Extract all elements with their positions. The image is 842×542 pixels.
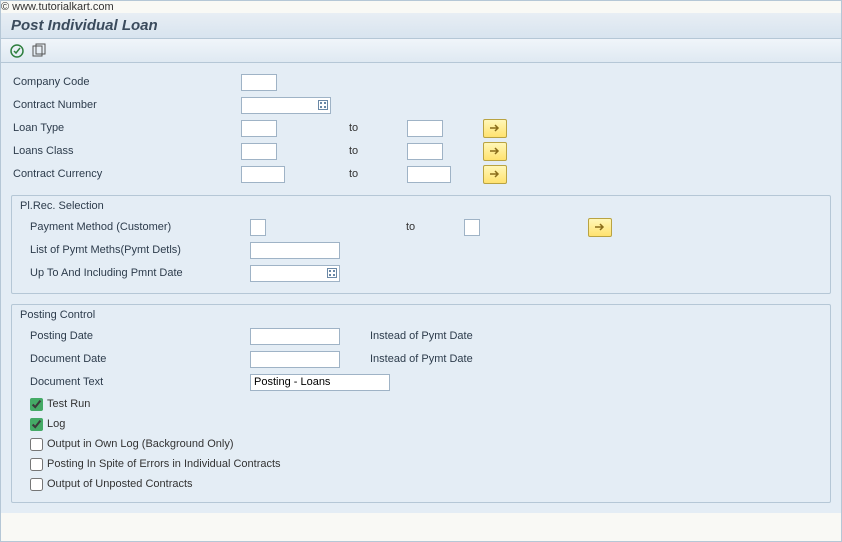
row-unposted: Output of Unposted Contracts bbox=[20, 474, 822, 494]
input-contract-currency-from[interactable] bbox=[241, 166, 285, 183]
label-document-date: Document Date bbox=[20, 353, 250, 365]
label-payment-method: Payment Method (Customer) bbox=[20, 221, 250, 233]
label-to: to bbox=[337, 145, 407, 157]
checkbox-test-run[interactable] bbox=[30, 398, 43, 411]
multiple-selection-button[interactable] bbox=[483, 142, 507, 161]
row-posting-date: Posting Date Instead of Pymt Date bbox=[20, 325, 822, 347]
get-variant-icon[interactable] bbox=[31, 43, 47, 59]
checkbox-own-log[interactable] bbox=[30, 438, 43, 451]
label-loan-type: Loan Type bbox=[11, 122, 241, 134]
note-document-date: Instead of Pymt Date bbox=[340, 353, 473, 365]
label-to: to bbox=[337, 122, 407, 134]
input-loans-class-to[interactable] bbox=[407, 143, 443, 160]
label-spite-errors: Posting In Spite of Errors in Individual… bbox=[47, 458, 281, 470]
row-document-text: Document Text bbox=[20, 371, 822, 393]
arrow-right-icon bbox=[594, 221, 606, 233]
label-posting-date: Posting Date bbox=[20, 330, 250, 342]
label-log: Log bbox=[47, 418, 65, 430]
label-loans-class: Loans Class bbox=[11, 145, 241, 157]
checkbox-unposted[interactable] bbox=[30, 478, 43, 491]
arrow-right-icon bbox=[489, 145, 501, 157]
label-document-text: Document Text bbox=[20, 376, 250, 388]
arrow-right-icon bbox=[489, 168, 501, 180]
label-list-pymt-meths: List of Pymt Meths(Pymt Detls) bbox=[20, 244, 250, 256]
row-up-to-date: Up To And Including Pmnt Date bbox=[20, 262, 822, 284]
input-loans-class-from[interactable] bbox=[241, 143, 277, 160]
row-spite-errors: Posting In Spite of Errors in Individual… bbox=[20, 454, 822, 474]
search-help-icon[interactable] bbox=[326, 267, 338, 280]
watermark-text: © www.tutorialkart.com bbox=[1, 1, 841, 13]
search-help-icon[interactable] bbox=[317, 99, 329, 112]
input-contract-number[interactable] bbox=[245, 99, 315, 112]
label-contract-number: Contract Number bbox=[11, 99, 241, 111]
toolbar bbox=[1, 39, 841, 63]
row-test-run: Test Run bbox=[20, 394, 822, 414]
label-to: to bbox=[394, 221, 464, 233]
row-contract-number: Contract Number bbox=[11, 94, 831, 116]
row-payment-method: Payment Method (Customer) to bbox=[20, 216, 822, 238]
checkbox-log[interactable] bbox=[30, 418, 43, 431]
row-loan-type: Loan Type to bbox=[11, 117, 831, 139]
label-own-log: Output in Own Log (Background Only) bbox=[47, 438, 233, 450]
window-title-bar: Post Individual Loan bbox=[1, 13, 841, 39]
label-to: to bbox=[337, 168, 407, 180]
main-content: Company Code Contract Number Loan Type t… bbox=[1, 63, 841, 513]
label-test-run: Test Run bbox=[47, 398, 90, 410]
page-title: Post Individual Loan bbox=[11, 17, 158, 34]
row-log: Log bbox=[20, 414, 822, 434]
arrow-right-icon bbox=[489, 122, 501, 134]
label-up-to-date: Up To And Including Pmnt Date bbox=[20, 267, 250, 279]
multiple-selection-button[interactable] bbox=[588, 218, 612, 237]
label-unposted: Output of Unposted Contracts bbox=[47, 478, 193, 490]
input-loan-type-from[interactable] bbox=[241, 120, 277, 137]
row-loans-class: Loans Class to bbox=[11, 140, 831, 162]
input-payment-method-from[interactable] bbox=[250, 219, 266, 236]
input-posting-date[interactable] bbox=[250, 328, 340, 345]
input-payment-method-to[interactable] bbox=[464, 219, 480, 236]
input-loan-type-to[interactable] bbox=[407, 120, 443, 137]
input-contract-currency-to[interactable] bbox=[407, 166, 451, 183]
group-posting-control: Posting Control Posting Date Instead of … bbox=[11, 304, 831, 503]
row-company-code: Company Code bbox=[11, 71, 831, 93]
group-plrec-selection: Pl.Rec. Selection Payment Method (Custom… bbox=[11, 195, 831, 294]
row-contract-currency: Contract Currency to bbox=[11, 163, 831, 185]
group-title-posting: Posting Control bbox=[20, 309, 822, 321]
execute-icon[interactable] bbox=[9, 43, 25, 59]
row-own-log: Output in Own Log (Background Only) bbox=[20, 434, 822, 454]
input-up-to-date[interactable] bbox=[254, 267, 324, 280]
input-document-text[interactable] bbox=[250, 374, 390, 391]
input-document-date[interactable] bbox=[250, 351, 340, 368]
input-list-pymt-meths[interactable] bbox=[250, 242, 340, 259]
multiple-selection-button[interactable] bbox=[483, 119, 507, 138]
row-list-pymt-meths: List of Pymt Meths(Pymt Detls) bbox=[20, 239, 822, 261]
note-posting-date: Instead of Pymt Date bbox=[340, 330, 473, 342]
input-company-code[interactable] bbox=[241, 74, 277, 91]
group-title-plrec: Pl.Rec. Selection bbox=[20, 200, 822, 212]
row-document-date: Document Date Instead of Pymt Date bbox=[20, 348, 822, 370]
multiple-selection-button[interactable] bbox=[483, 165, 507, 184]
checkbox-spite-errors[interactable] bbox=[30, 458, 43, 471]
label-company-code: Company Code bbox=[11, 76, 241, 88]
label-contract-currency: Contract Currency bbox=[11, 168, 241, 180]
